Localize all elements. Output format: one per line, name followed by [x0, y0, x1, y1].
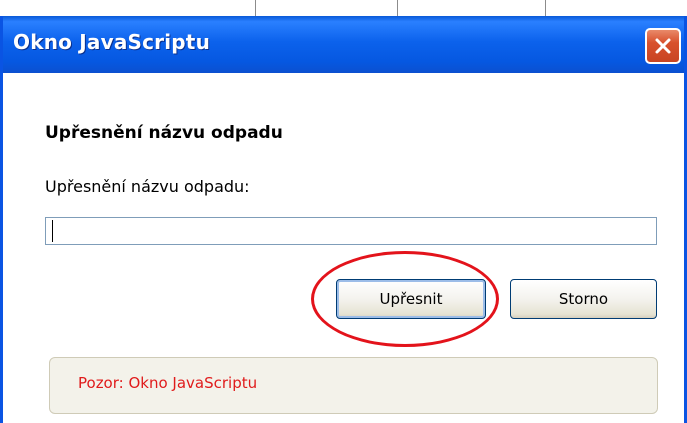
input-label: Upřesnění názvu odpadu: — [45, 177, 250, 196]
background-divider — [397, 0, 398, 16]
waste-name-input[interactable] — [45, 217, 657, 245]
text-caret — [52, 220, 53, 242]
background-divider — [255, 0, 256, 16]
window-title: Okno JavaScriptu — [13, 30, 211, 54]
confirm-button[interactable]: Upřesnit — [336, 279, 486, 319]
close-button[interactable] — [645, 28, 681, 64]
warning-box: Pozor: Okno JavaScriptu — [49, 357, 658, 414]
title-bar[interactable]: Okno JavaScriptu — [3, 16, 684, 73]
dialog-heading: Upřesnění názvu odpadu — [45, 123, 283, 143]
javascript-dialog: Okno JavaScriptu Upřesnění názvu odpadu … — [0, 16, 687, 423]
background-divider — [545, 0, 546, 16]
warning-text: Pozor: Okno JavaScriptu — [78, 374, 258, 392]
cancel-button[interactable]: Storno — [510, 279, 657, 319]
close-icon — [655, 38, 671, 54]
dialog-content: Upřesnění názvu odpadu Upřesnění názvu o… — [3, 73, 684, 423]
background-strip — [0, 0, 687, 17]
